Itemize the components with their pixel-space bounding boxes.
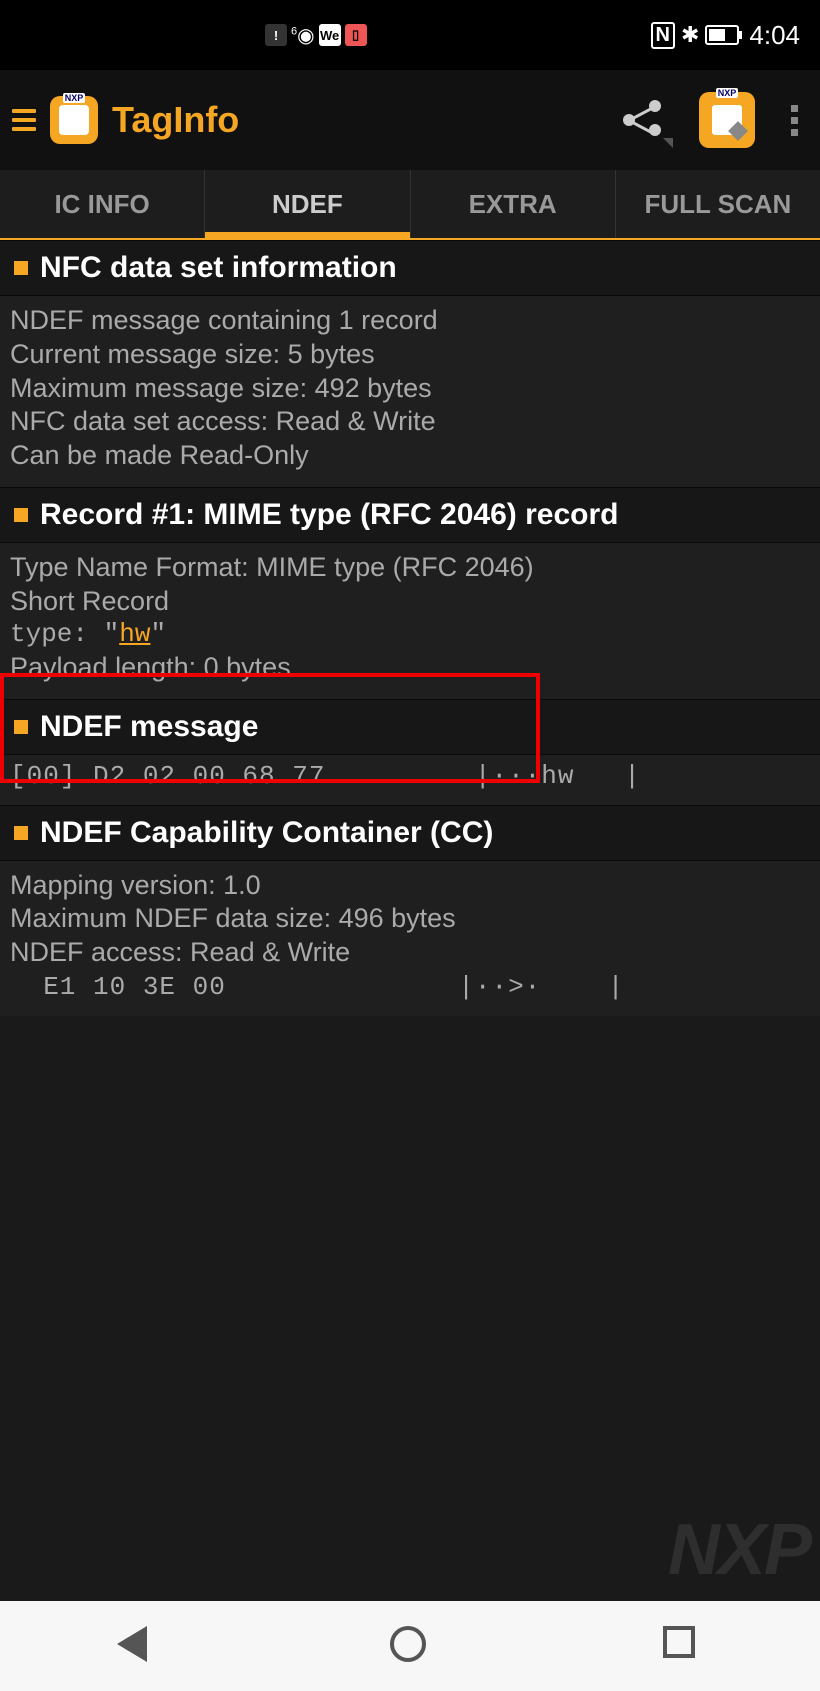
type-link[interactable]: hw (119, 619, 150, 649)
text-line: NDEF message containing 1 record (10, 304, 806, 338)
text-line: Short Record (10, 585, 806, 619)
battery-icon (705, 25, 739, 45)
section-ndef-msg-header: NDEF message (0, 699, 820, 755)
type-label: type: " (10, 619, 119, 649)
section-record1-header: Record #1: MIME type (RFC 2046) record (0, 487, 820, 543)
tab-ndef[interactable]: NDEF (205, 170, 410, 238)
nxp-watermark: NXP (668, 1509, 810, 1591)
tab-bar: IC INFO NDEF EXTRA FULL SCAN (0, 170, 820, 240)
content-area[interactable]: NFC data set information NDEF message co… (0, 240, 820, 1016)
status-right: N ✱ 4:04 (651, 20, 801, 51)
recents-button[interactable] (663, 1626, 703, 1666)
nfc-icon: N (651, 22, 675, 49)
section-record1-body: Type Name Format: MIME type (RFC 2046) S… (0, 543, 820, 699)
section-cc-body: Mapping version: 1.0 Maximum NDEF data s… (0, 861, 820, 972)
text-line: Current message size: 5 bytes (10, 338, 806, 372)
status-bar: ! 6◉ We ▯ N ✱ 4:04 (0, 0, 820, 70)
home-button[interactable] (390, 1626, 430, 1666)
tab-full-scan[interactable]: FULL SCAN (616, 170, 820, 238)
tab-extra[interactable]: EXTRA (411, 170, 616, 238)
text-line: Payload length: 0 bytes (10, 651, 806, 685)
wifi-icon: 6◉ (291, 23, 315, 48)
bullet-icon (14, 508, 28, 522)
bullet-icon (14, 720, 28, 734)
section-title: Record #1: MIME type (RFC 2046) record (40, 498, 618, 532)
text-line: NFC data set access: Read & Write (10, 405, 806, 439)
section-title: NFC data set information (40, 251, 397, 285)
status-center: ! 6◉ We ▯ (265, 23, 367, 48)
section-nfc-info-header: NFC data set information (0, 240, 820, 296)
bullet-icon (14, 261, 28, 275)
text-line: Can be made Read-Only (10, 439, 806, 473)
book-icon: ▯ (345, 24, 367, 46)
type-close: " (150, 619, 166, 649)
back-button[interactable] (117, 1626, 157, 1666)
tab-ic-info[interactable]: IC INFO (0, 170, 205, 238)
section-nfc-info-body: NDEF message containing 1 record Current… (0, 296, 820, 487)
alert-icon: ! (265, 24, 287, 46)
clock: 4:04 (749, 20, 800, 51)
section-title: NDEF message (40, 710, 258, 744)
share-icon[interactable] (623, 100, 663, 140)
text-line: Type Name Format: MIME type (RFC 2046) (10, 551, 806, 585)
text-line: Mapping version: 1.0 (10, 869, 806, 903)
we-icon: We (319, 24, 341, 46)
android-nav-bar (0, 1601, 820, 1691)
ndef-hex-dump: [00] D2 02 00 68 77 |···hw | (0, 755, 820, 805)
hamburger-icon[interactable] (12, 109, 36, 131)
app-header: NXP TagInfo NXP (0, 70, 820, 170)
section-title: NDEF Capability Container (CC) (40, 816, 493, 850)
bluetooth-icon: ✱ (681, 22, 699, 48)
app-icon: NXP (50, 96, 98, 144)
text-line: Maximum message size: 492 bytes (10, 372, 806, 406)
bullet-icon (14, 826, 28, 840)
text-line: Maximum NDEF data size: 496 bytes (10, 902, 806, 936)
type-line: type: "hw" (10, 618, 806, 651)
tagwriter-icon[interactable]: NXP (699, 92, 755, 148)
overflow-icon[interactable] (791, 105, 798, 136)
section-cc-header: NDEF Capability Container (CC) (0, 805, 820, 861)
text-line: NDEF access: Read & Write (10, 936, 806, 970)
cc-hex-dump: E1 10 3E 00 |··>· | (0, 972, 820, 1016)
app-title: TagInfo (112, 99, 609, 141)
